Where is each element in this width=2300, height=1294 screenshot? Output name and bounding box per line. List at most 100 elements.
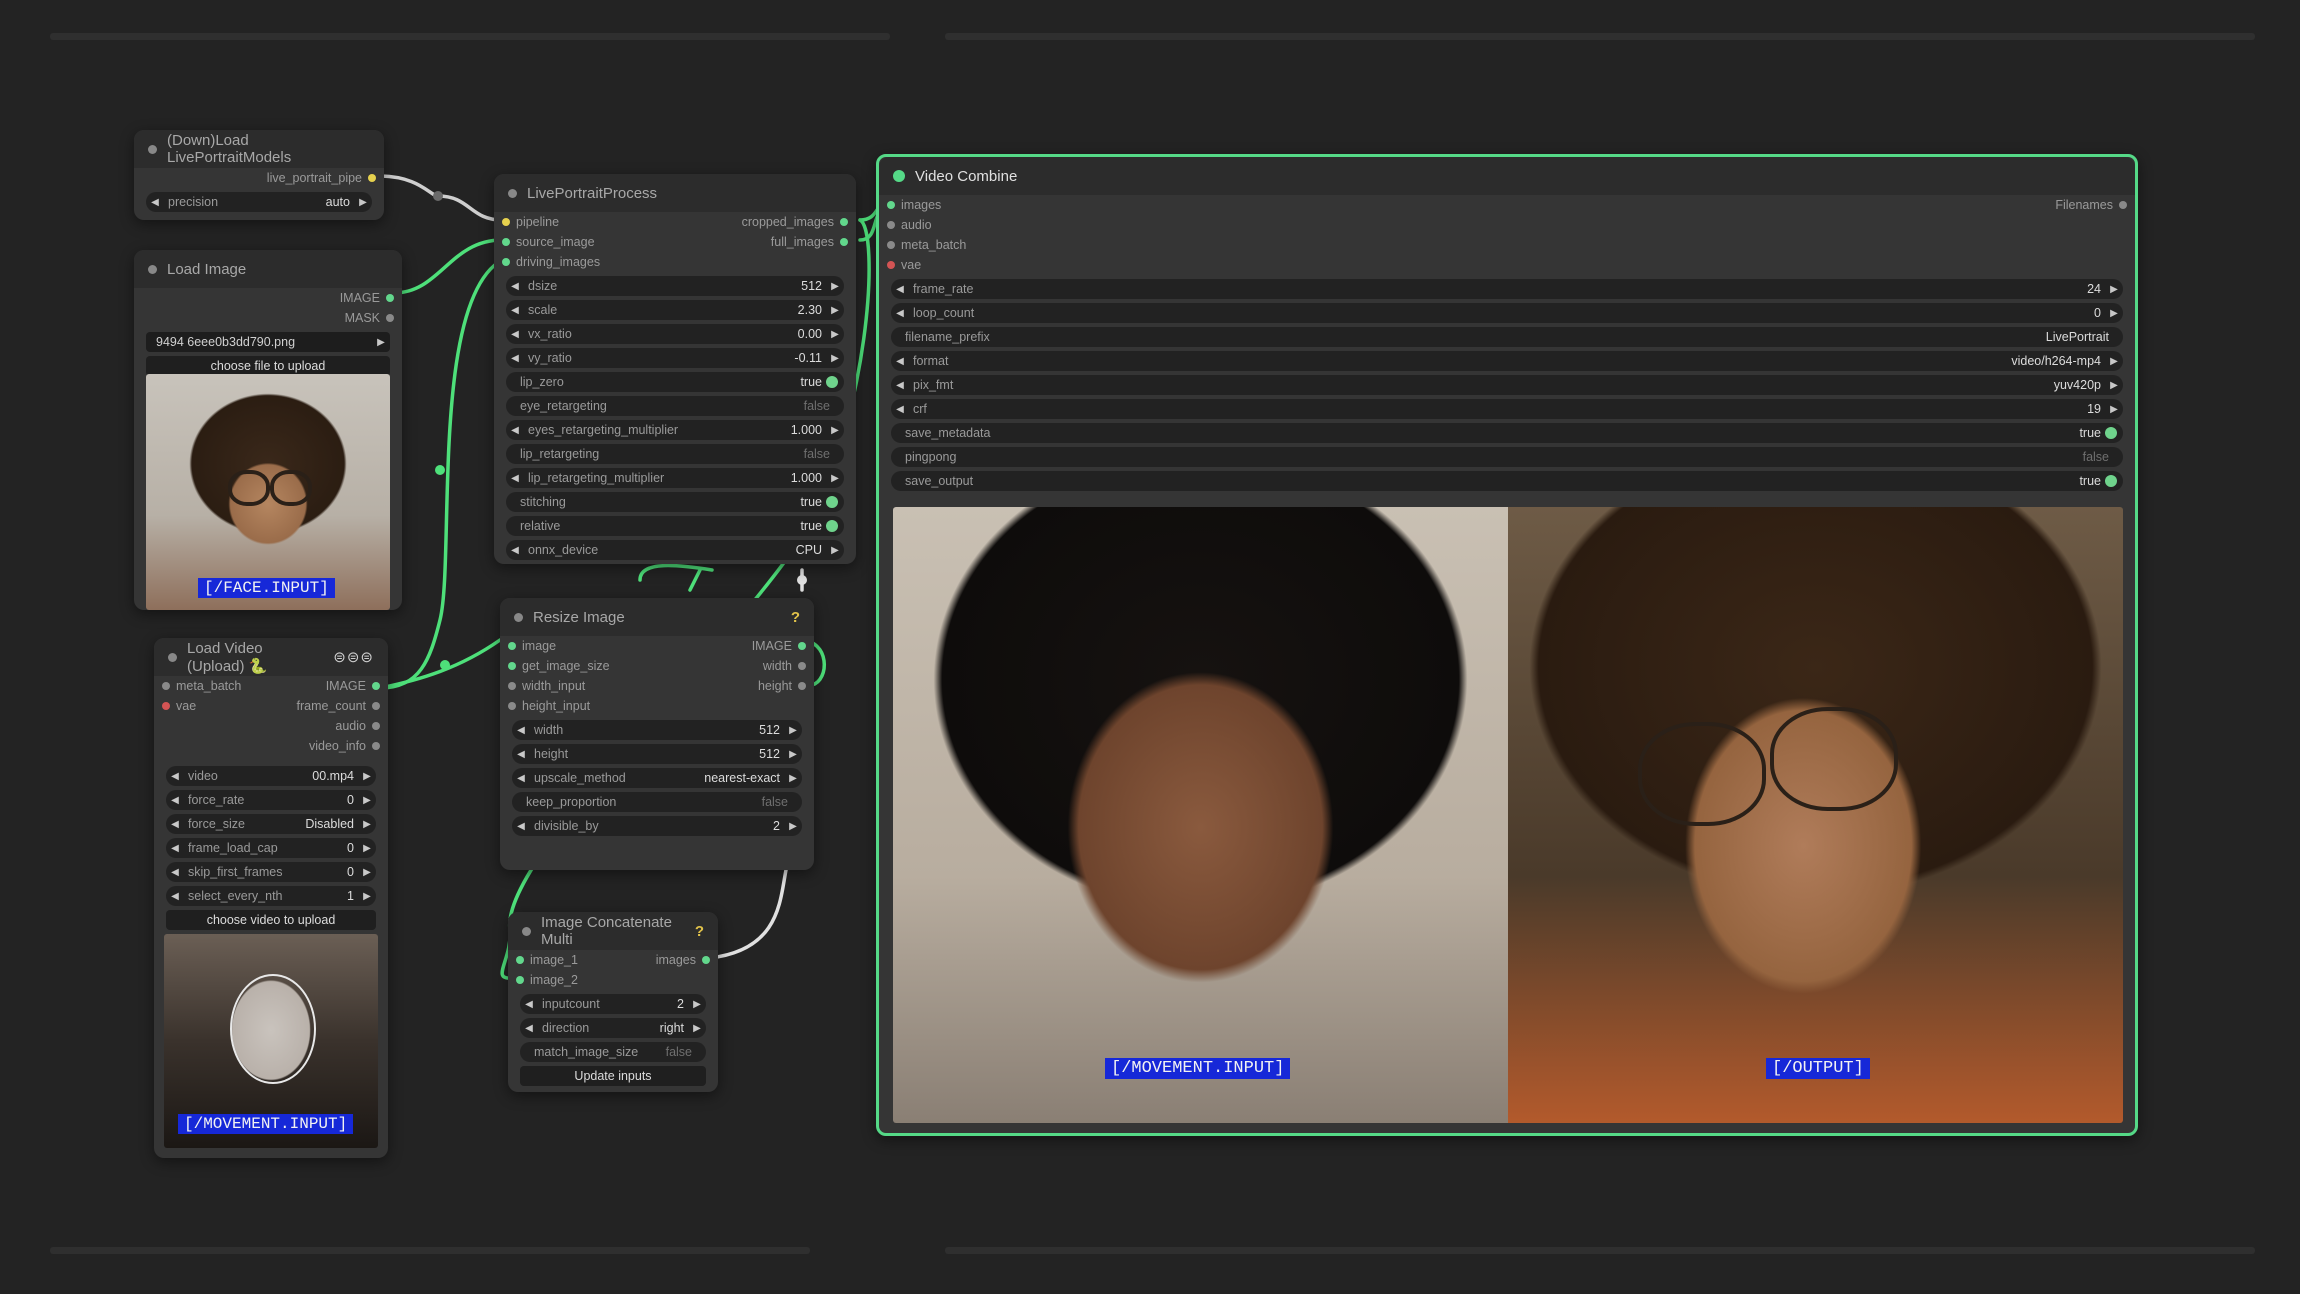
input-pin[interactable] [508, 682, 516, 690]
input-pin[interactable] [508, 662, 516, 670]
node-liveportrait-process[interactable]: LivePortraitProcess pipeline cropped_imag… [494, 174, 856, 564]
widget-select-every-nth[interactable]: ◀ select_every_nth 1 ▶ [166, 886, 376, 906]
arrow-right-icon[interactable]: ▶ [358, 819, 376, 830]
arrow-right-icon[interactable]: ▶ [826, 353, 844, 364]
arrow-left-icon[interactable]: ◀ [891, 356, 909, 367]
arrow-left-icon[interactable]: ◀ [512, 749, 530, 760]
output-pin[interactable] [372, 742, 380, 750]
arrow-left-icon[interactable]: ◀ [520, 1023, 538, 1034]
output-pin[interactable] [798, 662, 806, 670]
input-pin[interactable] [887, 221, 895, 229]
arrow-left-icon[interactable]: ◀ [512, 773, 530, 784]
widget-image-file[interactable]: 9494 6eee0b3dd790.png ▶ [146, 332, 390, 352]
node-video-combine[interactable]: Video Combine images Filenames audio meta… [876, 154, 2138, 1136]
widget-crf[interactable]: ◀ crf 19 ▶ [891, 399, 2123, 419]
update-inputs-button[interactable]: Update inputs [520, 1066, 706, 1086]
input-pin[interactable] [502, 238, 510, 246]
node-load-image[interactable]: Load Image IMAGE MASK 9494 6eee0b3dd790.… [134, 250, 402, 610]
output-pin[interactable] [840, 238, 848, 246]
arrow-right-icon[interactable]: ▶ [354, 197, 372, 208]
node-load-liveportrait-models[interactable]: (Down)Load LivePortraitModels live_portr… [134, 130, 384, 220]
choose-video-button[interactable]: choose video to upload [166, 910, 376, 930]
widget-upscale-method[interactable]: ◀ upscale_method nearest-exact ▶ [512, 768, 802, 788]
arrow-left-icon[interactable]: ◀ [512, 821, 530, 832]
widget-scale[interactable]: ◀ scale 2.30 ▶ [506, 300, 844, 320]
collapse-dot[interactable] [148, 264, 157, 274]
arrow-left-icon[interactable]: ◀ [506, 305, 524, 316]
toggle-on-icon[interactable] [826, 520, 838, 532]
collapse-dot[interactable] [508, 188, 517, 198]
widget-pingpong[interactable]: pingpong false [891, 447, 2123, 467]
widget-force-size[interactable]: ◀ force_size Disabled ▶ [166, 814, 376, 834]
widget-eye-retargeting[interactable]: eye_retargeting false [506, 396, 844, 416]
widget-frame-load-cap[interactable]: ◀ frame_load_cap 0 ▶ [166, 838, 376, 858]
arrow-left-icon[interactable]: ◀ [166, 867, 184, 878]
input-pin[interactable] [162, 702, 170, 710]
widget-loop-count[interactable]: ◀ loop_count 0 ▶ [891, 303, 2123, 323]
node-image-concatenate-multi[interactable]: Image Concatenate Multi? image_1 images i… [508, 912, 718, 1092]
arrow-right-icon[interactable]: ▶ [358, 843, 376, 854]
arrow-right-icon[interactable]: ▶ [358, 771, 376, 782]
widget-format[interactable]: ◀ format video/h264-mp4 ▶ [891, 351, 2123, 371]
node-load-video[interactable]: Load Video (Upload) 🐍 ⊜⊜⊜ meta_batch IMAGE… [154, 638, 388, 1158]
arrow-right-icon[interactable]: ▶ [2105, 284, 2123, 295]
arrow-right-icon[interactable]: ▶ [688, 999, 706, 1010]
arrow-right-icon[interactable]: ▶ [784, 773, 802, 784]
toggle-on-icon[interactable] [826, 496, 838, 508]
arrow-right-icon[interactable]: ▶ [358, 891, 376, 902]
input-pin[interactable] [516, 976, 524, 984]
help-icon[interactable]: ? [695, 923, 704, 940]
input-pin[interactable] [508, 642, 516, 650]
widget-divisible-by[interactable]: ◀ divisible_by 2 ▶ [512, 816, 802, 836]
widget-filename-prefix[interactable]: filename_prefix LivePortrait [891, 327, 2123, 347]
arrow-left-icon[interactable]: ◀ [166, 819, 184, 830]
widget-width[interactable]: ◀ width 512 ▶ [512, 720, 802, 740]
arrow-left-icon[interactable]: ◀ [506, 545, 524, 556]
arrow-right-icon[interactable]: ▶ [2105, 380, 2123, 391]
arrow-left-icon[interactable]: ◀ [506, 281, 524, 292]
arrow-right-icon[interactable]: ▶ [826, 305, 844, 316]
arrow-left-icon[interactable]: ◀ [166, 891, 184, 902]
widget-height[interactable]: ◀ height 512 ▶ [512, 744, 802, 764]
toggle-on-icon[interactable] [2105, 427, 2117, 439]
input-pin[interactable] [502, 258, 510, 266]
widget-relative[interactable]: relative true [506, 516, 844, 536]
output-pin[interactable] [840, 218, 848, 226]
arrow-right-icon[interactable]: ▶ [826, 425, 844, 436]
output-pin[interactable] [2119, 201, 2127, 209]
widget-lip-zero[interactable]: lip_zero true [506, 372, 844, 392]
widget-stitching[interactable]: stitching true [506, 492, 844, 512]
input-pin[interactable] [516, 956, 524, 964]
arrow-right-icon[interactable]: ▶ [826, 473, 844, 484]
toggle-on-icon[interactable] [826, 376, 838, 388]
arrow-right-icon[interactable]: ▶ [358, 867, 376, 878]
collapse-dot[interactable] [168, 652, 177, 662]
widget-frame-rate[interactable]: ◀ frame_rate 24 ▶ [891, 279, 2123, 299]
arrow-left-icon[interactable]: ◀ [506, 473, 524, 484]
widget-lip-retargeting[interactable]: lip_retargeting false [506, 444, 844, 464]
widget-inputcount[interactable]: ◀ inputcount 2 ▶ [520, 994, 706, 1014]
widget-onnx-device[interactable]: ◀ onnx_device CPU ▶ [506, 540, 844, 560]
arrow-right-icon[interactable]: ▶ [826, 545, 844, 556]
output-pin[interactable] [386, 294, 394, 302]
input-pin[interactable] [502, 218, 510, 226]
widget-lip-retargeting-multiplier[interactable]: ◀ lip_retargeting_multiplier 1.000 ▶ [506, 468, 844, 488]
widget-force-rate[interactable]: ◀ force_rate 0 ▶ [166, 790, 376, 810]
status-dot[interactable] [893, 170, 905, 182]
arrow-left-icon[interactable]: ◀ [891, 404, 909, 415]
widget-skip-first-frames[interactable]: ◀ skip_first_frames 0 ▶ [166, 862, 376, 882]
arrow-right-icon[interactable]: ▶ [688, 1023, 706, 1034]
arrow-left-icon[interactable]: ◀ [146, 197, 164, 208]
arrow-left-icon[interactable]: ◀ [520, 999, 538, 1010]
output-pin[interactable] [372, 722, 380, 730]
arrow-right-icon[interactable]: ▶ [358, 795, 376, 806]
arrow-left-icon[interactable]: ◀ [506, 353, 524, 364]
arrow-left-icon[interactable]: ◀ [166, 795, 184, 806]
widget-keep-proportion[interactable]: keep_proportion false [512, 792, 802, 812]
output-pin[interactable] [798, 642, 806, 650]
widget-precision[interactable]: ◀ precision auto ▶ [146, 192, 372, 212]
input-pin[interactable] [887, 201, 895, 209]
collapse-dot[interactable] [522, 926, 531, 936]
widget-eyes-retargeting-multiplier[interactable]: ◀ eyes_retargeting_multiplier 1.000 ▶ [506, 420, 844, 440]
arrow-left-icon[interactable]: ◀ [506, 425, 524, 436]
